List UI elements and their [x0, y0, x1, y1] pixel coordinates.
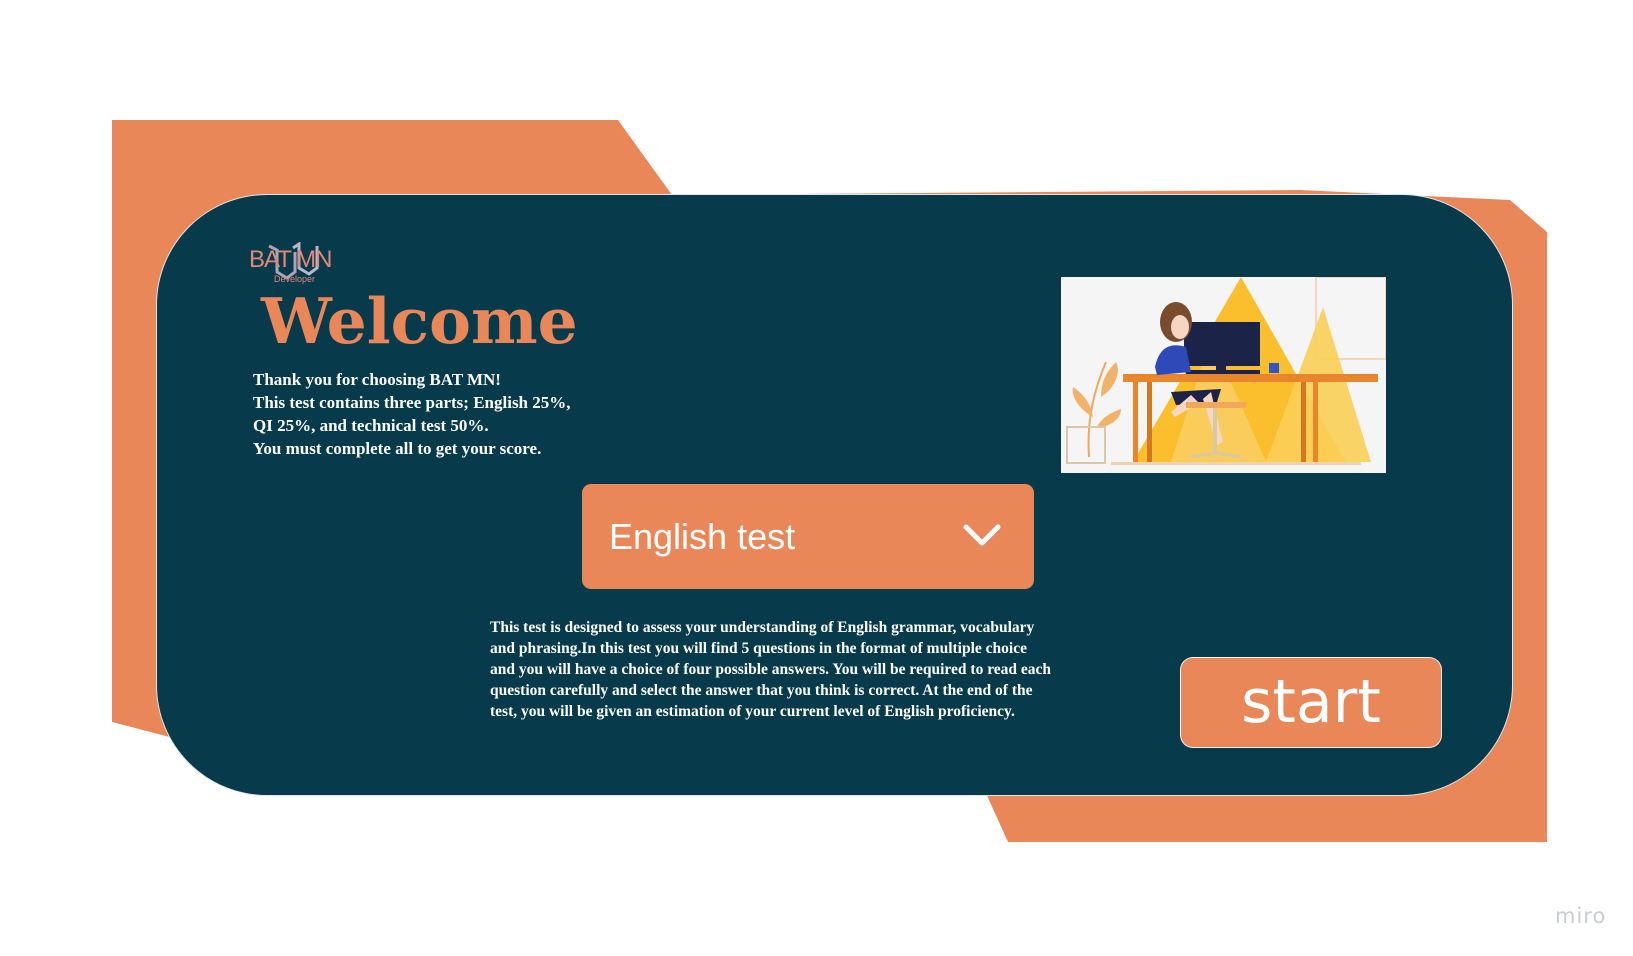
start-button[interactable]: start: [1181, 658, 1441, 747]
description-line: and you will have a choice of four possi…: [490, 661, 1052, 678]
description-line: question carefully and select the answer…: [490, 682, 1033, 699]
intro-line: QI 25%, and technical test 50%.: [253, 416, 489, 435]
intro-line: This test contains three parts; English …: [253, 393, 571, 412]
intro-line: Thank you for choosing BAT MN!: [253, 370, 501, 389]
description-line: and phrasing.In this test you will find …: [490, 640, 1027, 657]
brand-logo: BAT MN Developer: [249, 240, 345, 288]
canvas: BAT MN Developer Welcome Thank you for c…: [0, 0, 1633, 956]
desk-illustration: [1061, 277, 1386, 473]
test-type-select[interactable]: English test: [582, 484, 1034, 589]
page-title: Welcome: [261, 284, 578, 358]
test-description: This test is designed to assess your und…: [490, 617, 1170, 722]
desk-illustration-art: [1061, 277, 1386, 473]
intro-line: You must complete all to get your score.: [253, 439, 542, 458]
chevron-down-icon[interactable]: [962, 520, 1002, 550]
miro-watermark: miro: [1555, 904, 1607, 928]
logo-brand-text: BAT MN: [249, 246, 332, 273]
intro-text: Thank you for choosing BAT MN! This test…: [253, 368, 653, 460]
description-line: test, you will be given an estimation of…: [490, 703, 1015, 720]
test-type-value: English test: [609, 516, 796, 557]
description-line: This test is designed to assess your und…: [490, 619, 1035, 636]
